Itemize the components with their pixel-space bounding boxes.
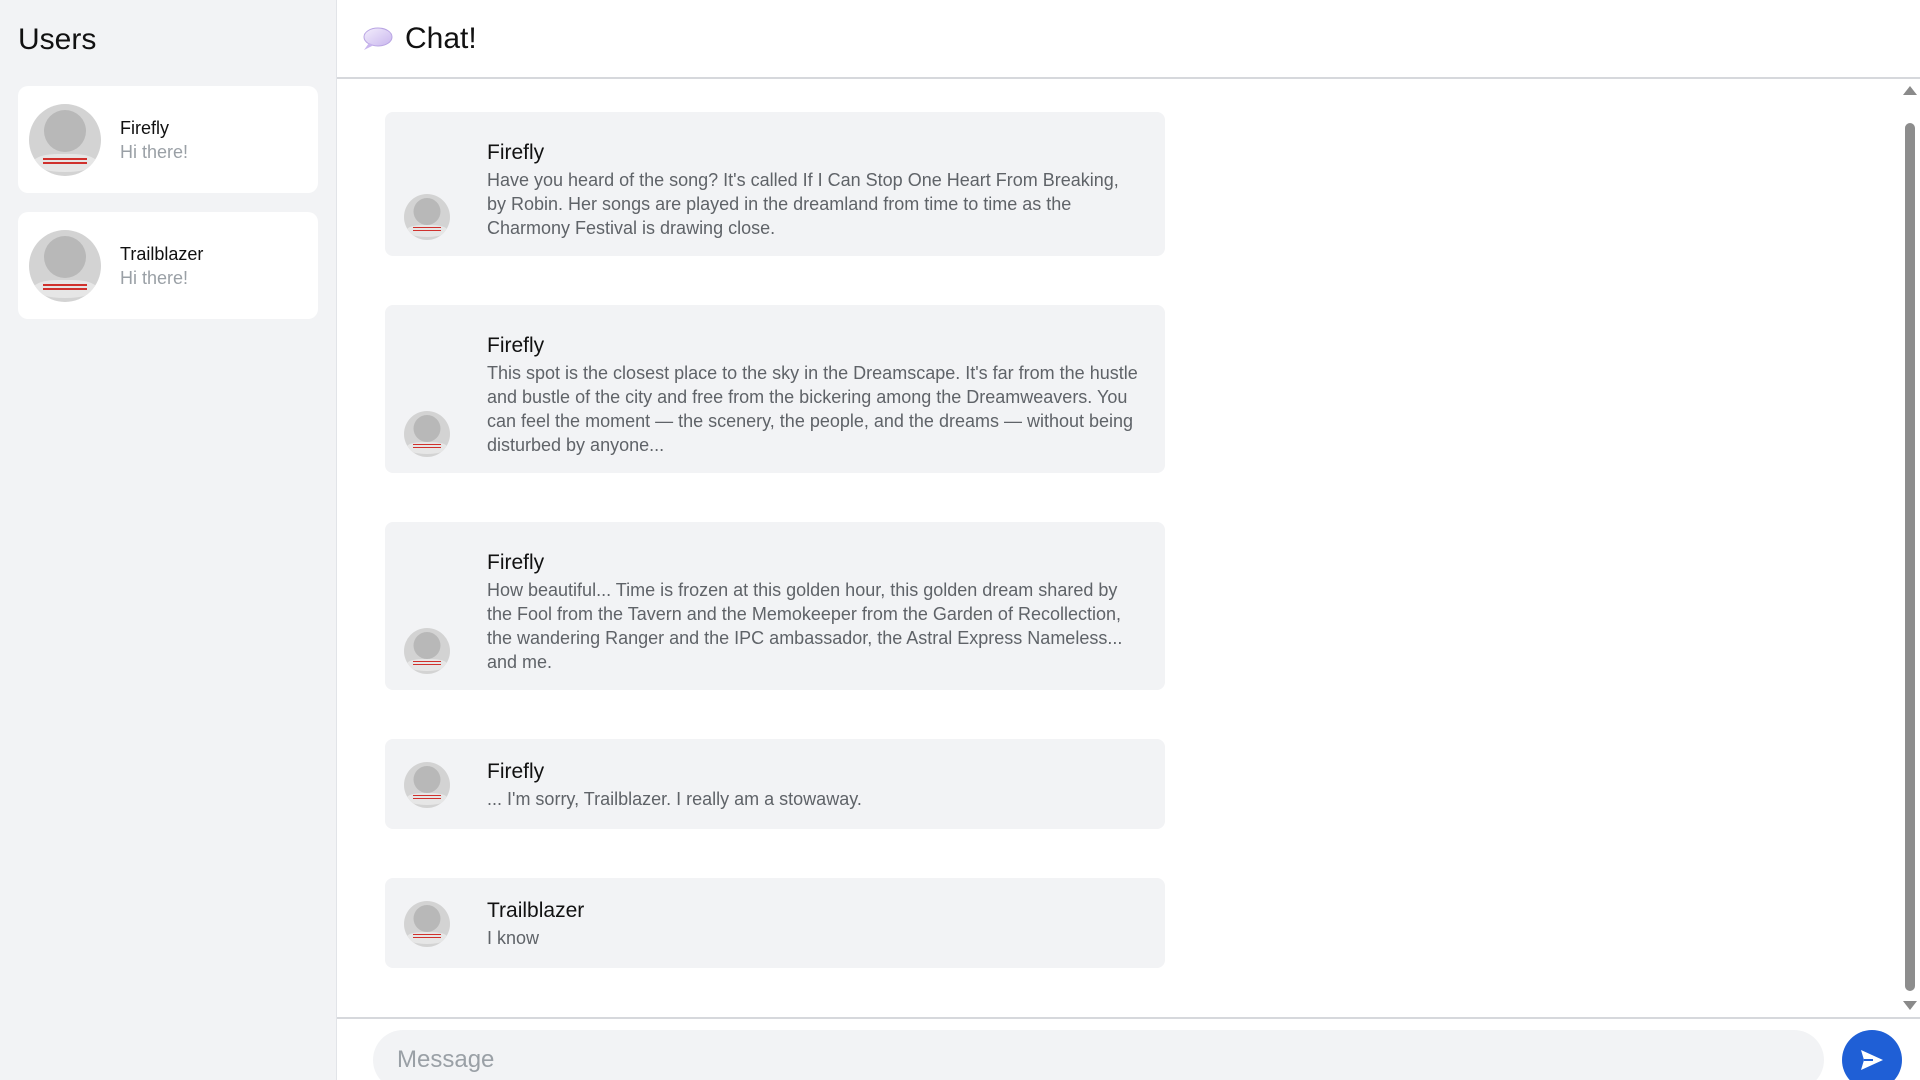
- page-title: Chat!: [405, 21, 477, 55]
- message-author: Firefly: [487, 760, 545, 783]
- vertical-scrollbar[interactable]: [1900, 79, 1920, 1017]
- user-card-trailblazer[interactable]: Trailblazer Hi there!: [18, 212, 318, 319]
- user-last-message: Hi there!: [120, 267, 189, 288]
- message-text: How beautiful... Time is frozen at this …: [487, 580, 1123, 672]
- sidebar-title: Users: [18, 23, 97, 56]
- avatar: [29, 229, 101, 302]
- user-card-firefly[interactable]: Firefly Hi there!: [18, 86, 318, 193]
- chat-header: Chat!: [337, 0, 1920, 79]
- avatar: [404, 762, 450, 808]
- avatar: [404, 411, 450, 457]
- user-name: Firefly: [120, 117, 169, 138]
- chat-panel: Chat! Firefly Have you heard of the song…: [336, 0, 1920, 1080]
- message-author: Firefly: [487, 141, 545, 164]
- message-composer: [337, 1019, 1920, 1080]
- message-text: This spot is the closest place to the sk…: [487, 363, 1138, 455]
- avatar: [404, 194, 450, 240]
- message-list[interactable]: Firefly Have you heard of the song? It's…: [337, 79, 1920, 1019]
- avatar: [404, 901, 450, 947]
- scrollbar-thumb[interactable]: [1905, 123, 1915, 991]
- message-author: Trailblazer: [487, 899, 585, 922]
- avatar: [29, 103, 101, 176]
- speech-bubble-icon: [363, 27, 393, 50]
- message-author: Firefly: [487, 334, 545, 357]
- message-item: Firefly This spot is the closest place t…: [385, 305, 1165, 473]
- message-text: Have you heard of the song? It's called …: [487, 170, 1119, 238]
- users-sidebar: Users Firefly Hi there! Trailblazer Hi t…: [0, 0, 336, 1080]
- message-item: Firefly Have you heard of the song? It's…: [385, 112, 1165, 256]
- message-input[interactable]: [373, 1029, 1824, 1080]
- message-item: Firefly How beautiful... Time is frozen …: [385, 522, 1165, 690]
- avatar: [404, 628, 450, 674]
- message-text: I know: [487, 928, 540, 948]
- send-button[interactable]: [1842, 1029, 1902, 1080]
- user-name: Trailblazer: [120, 243, 204, 264]
- message-item: Trailblazer I know: [385, 878, 1165, 968]
- message-author: Firefly: [487, 551, 545, 574]
- chat-app: Users Firefly Hi there! Trailblazer Hi t…: [0, 0, 1920, 1080]
- scroll-up-arrow-icon[interactable]: [1903, 86, 1917, 95]
- send-icon: [1861, 1049, 1883, 1070]
- message-text: ... I'm sorry, Trailblazer. I really am …: [487, 789, 862, 809]
- scroll-down-arrow-icon[interactable]: [1903, 1001, 1917, 1010]
- user-last-message: Hi there!: [120, 141, 189, 162]
- message-item: Firefly ... I'm sorry, Trailblazer. I re…: [385, 739, 1165, 829]
